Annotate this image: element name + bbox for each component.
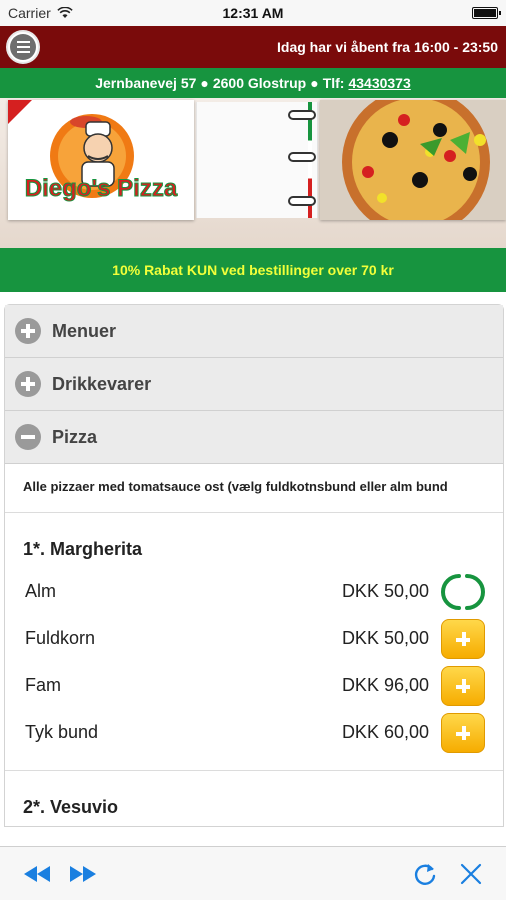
category-drikkevarer[interactable]: Drikkevarer xyxy=(5,358,503,411)
category-description: Alle pizzaer med tomatsauce ost (vælg fu… xyxy=(5,464,503,513)
pizza-section: Alle pizzaer med tomatsauce ost (vælg fu… xyxy=(5,464,503,818)
size-name: Fuldkorn xyxy=(25,628,96,648)
diegos-pizza-logo: Diego's Pizza xyxy=(24,114,178,203)
close-button[interactable] xyxy=(456,859,486,889)
wifi-icon xyxy=(57,7,73,18)
size-row: Fuldkorn DKK 50,00 xyxy=(5,615,503,662)
menu-button[interactable] xyxy=(6,30,40,64)
size-row: Fam DKK 96,00 xyxy=(5,662,503,709)
status-time: 12:31 AM xyxy=(222,5,284,21)
category-label: Drikkevarer xyxy=(52,373,152,394)
phone-link[interactable]: 43430373 xyxy=(348,75,410,91)
collapse-minus-icon xyxy=(15,424,41,450)
carrier-info: Carrier xyxy=(8,5,73,21)
promo-banner: 10% Rabat KUN ved bestillinger over 70 k… xyxy=(0,248,506,292)
size-price: DKK 50,00 xyxy=(341,581,429,601)
logo-card: Diego's Pizza xyxy=(8,100,194,220)
corner-ribbon xyxy=(8,100,32,124)
size-row: Tyk bund DKK 60,00 xyxy=(5,709,503,756)
status-bar: Carrier 12:31 AM xyxy=(0,0,506,26)
binder-ring xyxy=(288,110,316,120)
add-to-cart-button[interactable] xyxy=(441,665,485,706)
logo-wordmark: Diego's Pizza xyxy=(25,175,178,202)
phone-label: Tlf: xyxy=(322,75,345,91)
size-price: DKK 50,00 xyxy=(341,628,429,648)
expand-plus-icon xyxy=(15,371,41,397)
restaurant-banner: Diego's Pizza xyxy=(0,98,506,248)
add-to-cart-button[interactable] xyxy=(441,712,485,753)
size-name: Tyk bund xyxy=(25,722,99,742)
menu-item: 2*. Vesuvio xyxy=(5,771,503,818)
size-name: Fam xyxy=(25,675,61,695)
category-pizza[interactable]: Pizza xyxy=(5,411,503,464)
rewind-icon xyxy=(24,865,50,882)
hamburger-icon xyxy=(10,34,36,60)
category-label: Menuer xyxy=(52,320,117,341)
loading-spinner-icon xyxy=(441,572,485,612)
address-bar: Jernbanevej 57 ● 2600 Glostrup ● Tlf: 43… xyxy=(0,68,506,98)
separator-dot: ● xyxy=(200,75,209,91)
top-header: Idag har vi åbent fra 16:00 - 23:50 xyxy=(0,26,506,68)
address-city: 2600 Glostrup xyxy=(212,75,307,91)
size-price: DKK 96,00 xyxy=(341,675,429,695)
size-name: Alm xyxy=(25,581,56,601)
fast-forward-icon xyxy=(70,865,96,882)
bottom-toolbar xyxy=(0,846,506,900)
binder-ring xyxy=(288,196,316,206)
carrier-label: Carrier xyxy=(8,5,51,21)
item-title: 1*. Margherita xyxy=(23,539,143,559)
battery-icon xyxy=(472,7,501,19)
category-label: Pizza xyxy=(52,426,98,447)
menu-item: 1*. Margherita Alm DKK 50,00 Fuldkorn DK… xyxy=(5,513,503,771)
forward-button[interactable] xyxy=(68,859,98,889)
opening-hours: Idag har vi åbent fra 16:00 - 23:50 xyxy=(277,39,498,55)
pizza-photo xyxy=(320,98,506,236)
item-title: 2*. Vesuvio xyxy=(23,797,119,817)
separator-dot: ● xyxy=(310,75,319,91)
close-icon xyxy=(460,863,482,884)
page-actions xyxy=(410,859,486,889)
back-button[interactable] xyxy=(22,859,52,889)
binder-ring xyxy=(288,152,316,162)
nav-buttons xyxy=(22,859,98,889)
refresh-icon xyxy=(414,863,436,885)
reload-button[interactable] xyxy=(410,859,440,889)
pizza-image xyxy=(320,98,506,236)
size-price: DKK 60,00 xyxy=(341,722,429,742)
expand-plus-icon xyxy=(15,318,41,344)
address-street: Jernbanevej 57 xyxy=(95,75,197,91)
add-to-cart-button[interactable] xyxy=(441,618,485,659)
category-menuer[interactable]: Menuer xyxy=(5,305,503,358)
size-row: Alm DKK 50,00 xyxy=(5,568,503,615)
menu-accordion: Menuer Drikkevarer Pizza Alle pizzaer me… xyxy=(4,304,504,827)
